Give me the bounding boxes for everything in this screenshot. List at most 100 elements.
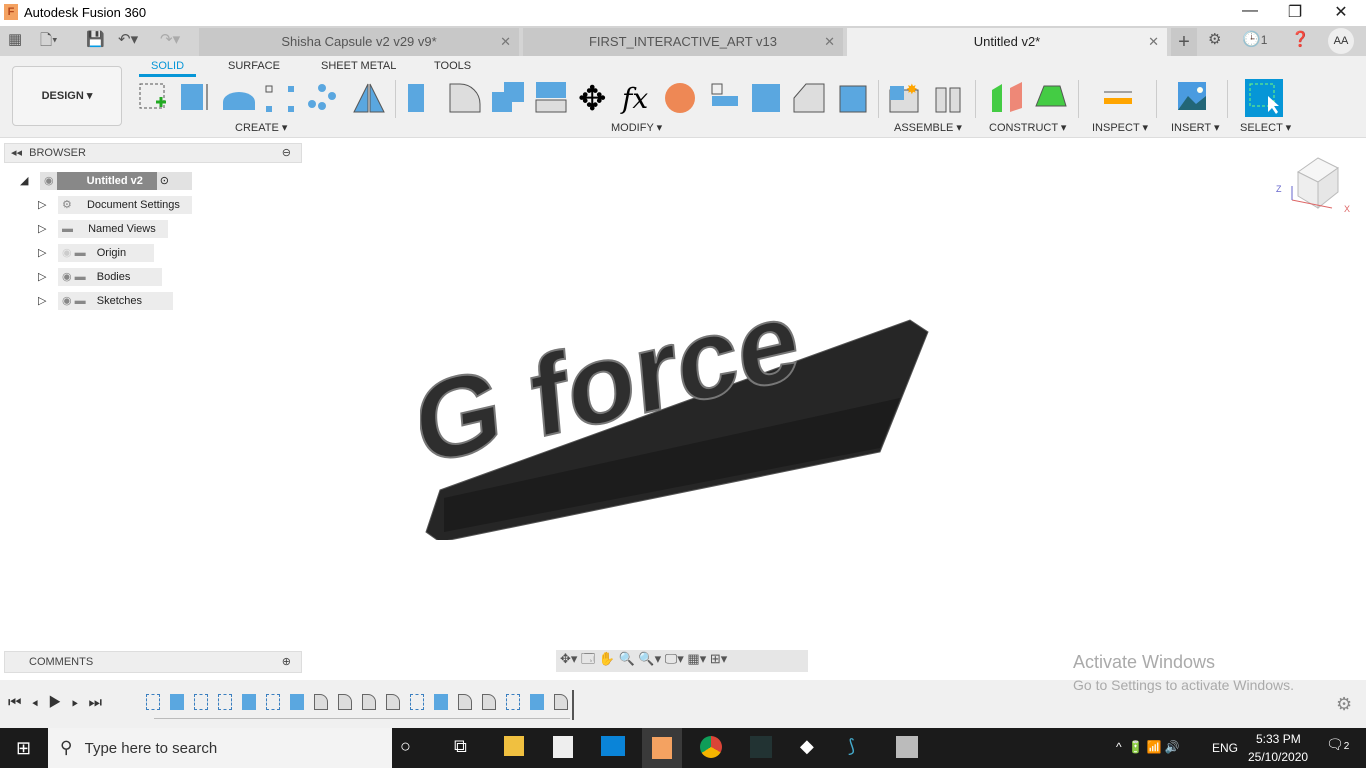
assemble-menu[interactable]: ASSEMBLE ▾ <box>894 121 962 134</box>
minimize-button[interactable]: — <box>1235 2 1265 20</box>
viewports-icon[interactable]: ⊞▾ <box>710 651 727 666</box>
eye-hidden-icon[interactable]: ◉ <box>62 247 72 259</box>
rectangular-pattern-icon[interactable] <box>265 85 294 112</box>
select-icon[interactable] <box>1245 79 1283 117</box>
mail-icon[interactable] <box>601 736 625 756</box>
app-icon-4[interactable] <box>896 736 918 758</box>
activate-icon[interactable]: ⊙ <box>160 175 169 187</box>
fit-icon[interactable]: 🔍▾ <box>638 651 661 666</box>
timeline-extrude-icon[interactable] <box>242 694 256 710</box>
inspect-menu[interactable]: INSPECT ▾ <box>1092 121 1148 134</box>
align-icon[interactable] <box>711 83 738 106</box>
browser-item-sketches[interactable]: ◉ ▬ Sketches <box>58 292 173 310</box>
file-menu-icon[interactable]: 🗋▾ <box>40 30 58 55</box>
measure-icon[interactable] <box>1104 91 1132 104</box>
tab-sheet-metal[interactable]: SHEET METAL <box>321 60 396 72</box>
eye-icon[interactable]: ◉ <box>62 295 72 307</box>
plane-at-angle-icon[interactable] <box>1035 85 1067 107</box>
tab-shisha[interactable]: Shisha Capsule v2 v29 v9* ✕ <box>199 28 519 56</box>
timeline-settings-icon[interactable]: ⚙ <box>1336 694 1352 715</box>
timeline-extrude-icon[interactable] <box>434 694 448 710</box>
close-tab-icon[interactable]: ✕ <box>500 28 511 56</box>
construct-menu[interactable]: CONSTRUCT ▾ <box>989 121 1066 134</box>
extensions-icon[interactable]: ⚙ <box>1208 30 1221 48</box>
new-tab-button[interactable]: + <box>1171 28 1197 56</box>
last-step-icon[interactable]: ⏭ <box>89 694 113 711</box>
appearance-icon[interactable] <box>665 83 695 113</box>
tab-solid[interactable]: SOLID <box>139 60 197 77</box>
play-icon[interactable]: ▶ <box>48 694 71 711</box>
cortana-icon[interactable]: ○ <box>400 736 411 757</box>
view-cube[interactable]: ZX <box>1274 152 1358 216</box>
display-settings-icon[interactable]: 🖵▾ <box>665 651 684 666</box>
scale-icon[interactable] <box>839 85 867 113</box>
insert-image-icon[interactable] <box>1178 82 1206 110</box>
app-icon[interactable] <box>750 736 772 758</box>
clock-time[interactable]: 5:33 PM <box>1256 732 1301 746</box>
add-comment-icon[interactable]: ⊕ <box>282 652 291 672</box>
comments-panel[interactable]: COMMENTS ⊕ <box>4 651 302 673</box>
eye-icon[interactable]: ◉ <box>44 175 54 187</box>
start-icon[interactable]: ⊞ <box>16 738 31 759</box>
browser-toggle-icon[interactable]: ⊖ <box>282 144 291 162</box>
fusion-taskbar-icon[interactable] <box>642 728 682 768</box>
press-pull-icon[interactable] <box>408 84 424 112</box>
pan-icon[interactable]: ✋ <box>599 651 615 666</box>
select-menu[interactable]: SELECT ▾ <box>1240 121 1291 134</box>
tab-untitled[interactable]: Untitled v2* ✕ <box>847 28 1167 56</box>
tray-icons[interactable]: ^ 🔋 📶 🔊 <box>1116 740 1180 754</box>
chamfer-icon[interactable] <box>793 83 825 113</box>
save-icon[interactable]: 💾 <box>86 30 105 48</box>
revolve-icon[interactable] <box>223 92 255 110</box>
timeline-fillet-icon[interactable] <box>554 694 568 710</box>
timeline-sketch-icon[interactable] <box>506 694 520 710</box>
timeline-fillet-icon[interactable] <box>386 694 400 710</box>
grid-icon[interactable]: ▦▾ <box>687 651 706 666</box>
browser-root[interactable]: ◉ Untitled v2 ⊙ <box>40 172 192 190</box>
timeline-fillet-icon[interactable] <box>338 694 352 710</box>
collapse-root-icon[interactable]: ◢ <box>20 174 28 187</box>
browser-item-origin[interactable]: ◉ ▬ Origin <box>58 244 154 262</box>
timeline-extrude-icon[interactable] <box>530 694 544 710</box>
timeline-fillet-icon[interactable] <box>362 694 376 710</box>
close-tab-icon[interactable]: ✕ <box>824 28 835 56</box>
model-viewport[interactable]: G force <box>420 310 940 540</box>
job-status-icon[interactable]: 🕒1 <box>1242 30 1267 48</box>
store-icon[interactable] <box>553 736 573 758</box>
circular-pattern-icon[interactable] <box>308 84 336 110</box>
insert-menu[interactable]: INSERT ▾ <box>1171 121 1220 134</box>
timeline-sketch-icon[interactable] <box>218 694 232 710</box>
eye-icon[interactable]: ◉ <box>62 271 72 283</box>
mirror-icon[interactable] <box>353 83 385 113</box>
close-tab-icon[interactable]: ✕ <box>1148 28 1159 56</box>
app-icon-3[interactable]: ⟆ <box>848 736 855 757</box>
close-button[interactable]: ✕ <box>1326 2 1356 22</box>
language-indicator[interactable]: ENG <box>1212 741 1238 755</box>
offset-face-icon[interactable] <box>752 84 780 112</box>
fillet-icon[interactable] <box>449 83 481 113</box>
task-view-icon[interactable]: ⧉ <box>454 736 467 757</box>
timeline-fillet-icon[interactable] <box>458 694 472 710</box>
timeline-extrude-icon[interactable] <box>170 694 184 710</box>
next-step-icon[interactable]: ▸ <box>72 694 89 711</box>
browser-item-named-views[interactable]: ▬ Named Views <box>58 220 168 238</box>
collapse-icon[interactable]: ◂◂ <box>11 147 22 159</box>
first-step-icon[interactable]: ⏮ <box>8 694 32 711</box>
data-panel-icon[interactable]: ▦ <box>8 30 22 48</box>
timeline-sketch-icon[interactable] <box>410 694 424 710</box>
timeline-extrude-icon[interactable] <box>290 694 304 710</box>
browser-item-document-settings[interactable]: ⚙ Document Settings <box>58 196 192 214</box>
browser-item-bodies[interactable]: ◉ ▬ Bodies <box>58 268 162 286</box>
file-explorer-icon[interactable] <box>504 736 524 756</box>
timeline-sketch-icon[interactable] <box>194 694 208 710</box>
timeline-fillet-icon[interactable] <box>314 694 328 710</box>
browser-panel-header[interactable]: ◂◂ BROWSER ⊖ <box>4 143 302 163</box>
timeline-sketch-icon[interactable] <box>266 694 280 710</box>
chrome-icon[interactable] <box>700 736 722 758</box>
prev-step-icon[interactable]: ◂ <box>32 694 49 711</box>
undo-icon[interactable]: ↶▾ <box>118 30 138 48</box>
redo-icon[interactable]: ↷▾ <box>160 30 180 48</box>
tab-surface[interactable]: SURFACE <box>228 60 280 72</box>
zoom-icon[interactable]: 🔍 <box>619 651 635 666</box>
timeline-sketch-icon[interactable] <box>146 694 160 710</box>
